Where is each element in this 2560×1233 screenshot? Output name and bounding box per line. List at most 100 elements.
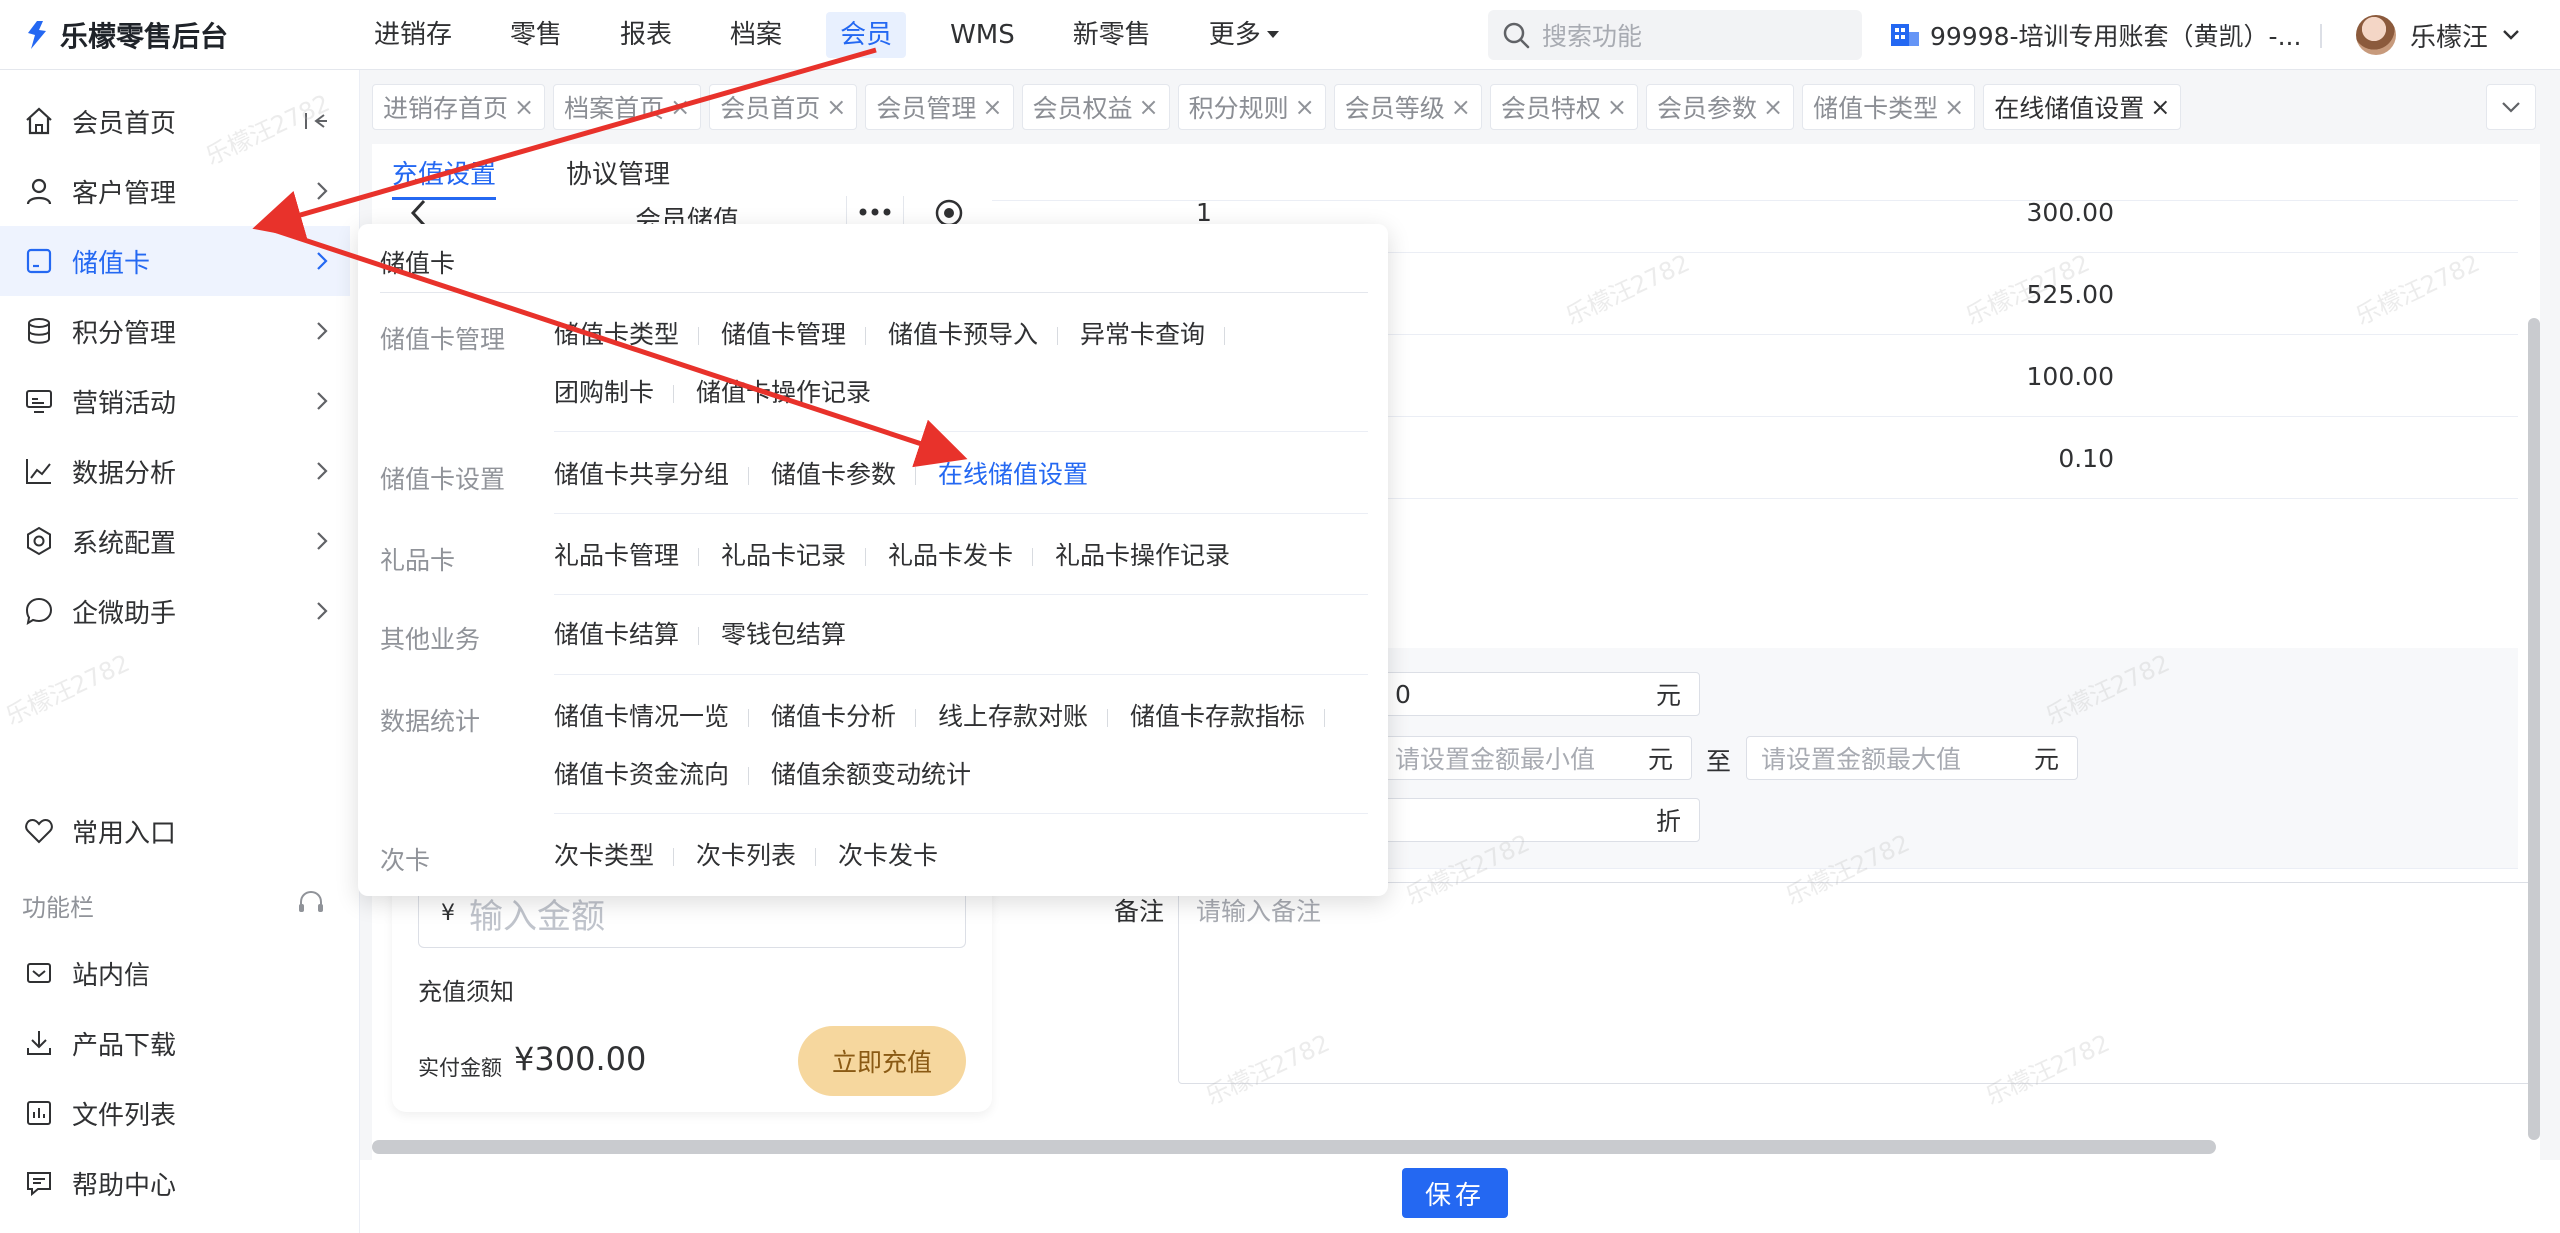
tab-online-stored-value-settings[interactable]: 在线储值设置 × <box>1983 84 2182 130</box>
menu-link[interactable]: 次卡列表 <box>696 841 817 871</box>
menu-link[interactable]: 线上存款对账 <box>938 702 1109 732</box>
tab-inventory-home[interactable]: 进销存首页 × <box>372 84 546 130</box>
nav-archive[interactable]: 档案 <box>716 12 796 58</box>
tab-member-management[interactable]: 会员管理 × <box>865 84 1014 130</box>
close-icon[interactable]: × <box>1295 93 1315 121</box>
sidebar-favorites[interactable]: 常用入口 <box>0 796 350 866</box>
tab-member-privileges[interactable]: 会员特权 × <box>1489 84 1638 130</box>
close-icon[interactable]: × <box>1451 93 1471 121</box>
subtabs: 充值设置 协议管理 <box>392 150 670 200</box>
fixed-amount-input[interactable]: 0 元 <box>1380 672 1700 716</box>
close-icon[interactable]: × <box>1763 93 1783 121</box>
nav-more[interactable]: 更多 <box>1195 12 1293 58</box>
tabs-more-button[interactable] <box>2486 84 2536 130</box>
menu-link[interactable]: 储值余额变动统计 <box>771 760 991 790</box>
nav-inventory[interactable]: 进销存 <box>360 12 466 58</box>
account-selector[interactable]: 99998-培训专用账套（黄凯）-... <box>1890 12 2301 58</box>
building-icon <box>1890 22 1920 48</box>
card-icon <box>24 246 54 276</box>
menu-link[interactable]: 储值卡管理 <box>721 320 867 350</box>
sidebar-tool-messages[interactable]: 站内信 <box>0 938 350 1008</box>
menu-link-online-stored-value-settings[interactable]: 在线储值设置 <box>938 460 1108 490</box>
search-box[interactable]: 搜索功能 <box>1488 10 1862 60</box>
nav-member[interactable]: 会员 <box>826 12 907 58</box>
sidebar-item-stored-value-card[interactable]: 储值卡 <box>0 226 350 296</box>
menu-link[interactable]: 储值卡资金流向 <box>554 760 750 790</box>
help-icon <box>24 1168 54 1198</box>
sidebar-item-system-config[interactable]: 系统配置 <box>0 506 350 576</box>
tab-member-home[interactable]: 会员首页 × <box>709 84 858 130</box>
subtab-agreement-management[interactable]: 协议管理 <box>566 150 670 200</box>
menu-link[interactable]: 储值卡共享分组 <box>554 460 750 490</box>
sidebar-item-marketing[interactable]: 营销活动 <box>0 366 350 436</box>
menu-link[interactable]: 零钱包结算 <box>721 620 866 650</box>
close-icon[interactable]: × <box>1607 93 1627 121</box>
subtab-recharge-settings[interactable]: 充值设置 <box>392 150 497 200</box>
close-icon[interactable]: × <box>514 93 534 121</box>
menu-link[interactable]: 储值卡存款指标 <box>1130 702 1326 732</box>
tab-points-rules[interactable]: 积分规则 × <box>1177 84 1326 130</box>
close-icon[interactable]: × <box>670 93 690 121</box>
sidebar-tool-download[interactable]: 产品下载 <box>0 1008 350 1078</box>
recharge-notice[interactable]: 充值须知 <box>418 972 514 1007</box>
max-amount-input[interactable]: 请设置金额最大值 元 <box>1746 736 2078 780</box>
menu-link[interactable]: 储值卡结算 <box>554 620 700 650</box>
chevron-right-icon <box>316 531 328 551</box>
menu-link[interactable]: 储值卡情况一览 <box>554 702 750 732</box>
menu-link[interactable]: 团购制卡 <box>554 378 675 408</box>
close-icon[interactable]: × <box>2150 93 2170 121</box>
menu-link[interactable]: 储值卡预导入 <box>888 320 1059 350</box>
horizontal-scrollbar[interactable] <box>372 1140 2216 1154</box>
menu-link[interactable]: 储值卡类型 <box>554 320 700 350</box>
sidebar-item-label: 企微助手 <box>72 598 177 629</box>
tab-label: 会员参数 <box>1657 94 1758 123</box>
close-icon[interactable]: × <box>982 93 1002 121</box>
sidebar-item-wecom-assistant[interactable]: 企微助手 <box>0 576 350 646</box>
mail-icon <box>24 958 54 988</box>
tab-member-benefits[interactable]: 会员权益 × <box>1021 84 1170 130</box>
nav-retail[interactable]: 零售 <box>496 12 576 58</box>
sidebar-item-customers[interactable]: 客户管理 <box>0 156 350 226</box>
chevron-right-icon <box>316 461 328 481</box>
sidebar-item-points[interactable]: 积分管理 <box>0 296 350 366</box>
tab-label: 进销存首页 <box>383 94 509 123</box>
save-button[interactable]: 保存 <box>1402 1168 1508 1218</box>
menu-link[interactable]: 礼品卡操作记录 <box>1055 541 1250 571</box>
menu-link[interactable]: 礼品卡发卡 <box>888 541 1034 571</box>
tab-member-levels[interactable]: 会员等级 × <box>1333 84 1482 130</box>
headset-icon[interactable] <box>296 888 326 918</box>
tab-archive-home[interactable]: 档案首页 × <box>553 84 702 130</box>
menu-link[interactable]: 储值卡参数 <box>771 460 917 490</box>
sidebar-tool-help[interactable]: 帮助中心 <box>0 1148 350 1218</box>
min-amount-input[interactable]: 请设置金额最小值 元 <box>1380 736 1692 780</box>
function-bar-label: 功能栏 <box>22 894 94 922</box>
nav-wms[interactable]: WMS <box>936 12 1029 58</box>
avatar <box>2356 15 2396 55</box>
remark-textarea[interactable] <box>1178 882 2538 1084</box>
menu-link[interactable]: 次卡类型 <box>554 841 675 871</box>
close-icon[interactable]: × <box>826 93 846 121</box>
close-icon[interactable]: × <box>1944 93 1964 121</box>
menu-link[interactable]: 储值卡分析 <box>771 702 917 732</box>
table-divider <box>992 200 2518 201</box>
app-logo[interactable]: 乐檬零售后台 <box>24 14 228 56</box>
menu-link[interactable]: 储值卡操作记录 <box>696 378 891 408</box>
recharge-now-button[interactable]: 立即充值 <box>798 1026 966 1096</box>
menu-link[interactable]: 次卡发卡 <box>838 841 958 871</box>
discount-input[interactable]: 折 <box>1380 798 1700 842</box>
tool-label: 站内信 <box>72 960 151 991</box>
menu-link[interactable]: 异常卡查询 <box>1080 320 1226 350</box>
close-icon[interactable]: × <box>1139 93 1159 121</box>
tab-card-types[interactable]: 储值卡类型 × <box>1802 84 1976 130</box>
menu-link[interactable]: 礼品卡管理 <box>554 541 700 571</box>
sidebar-item-analytics[interactable]: 数据分析 <box>0 436 350 506</box>
menu-category: 其他业务 <box>380 625 481 654</box>
vertical-scrollbar[interactable] <box>2528 318 2540 1140</box>
menu-link[interactable]: 礼品卡记录 <box>721 541 867 571</box>
nav-reports[interactable]: 报表 <box>606 12 686 58</box>
tab-member-params[interactable]: 会员参数 × <box>1646 84 1795 130</box>
nav-new-retail[interactable]: 新零售 <box>1059 12 1165 58</box>
user-menu[interactable]: 乐檬汪 <box>2356 12 2520 58</box>
download-icon <box>24 1028 54 1058</box>
sidebar-tool-files[interactable]: 文件列表 <box>0 1078 350 1148</box>
